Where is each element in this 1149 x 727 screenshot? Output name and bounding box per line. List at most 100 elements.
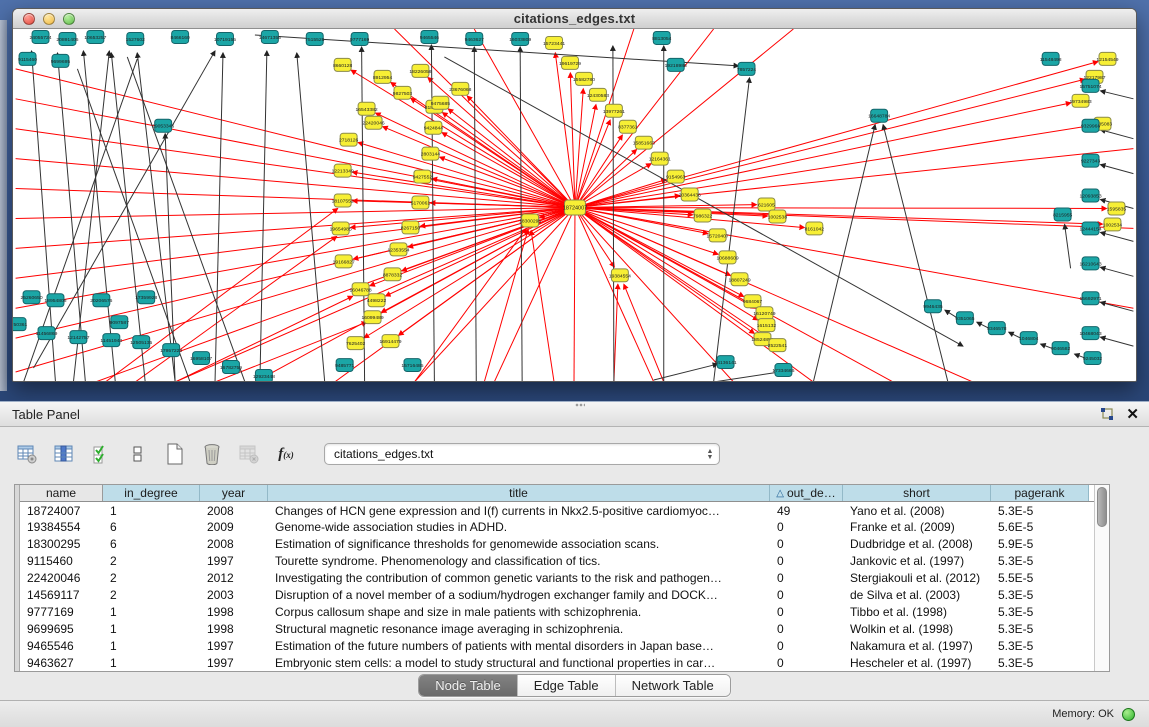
unselect-all-columns-button[interactable] [127, 443, 149, 465]
cell-name[interactable]: 9465546 [20, 637, 103, 654]
graph-edge[interactable] [362, 47, 365, 382]
graph-node-selected[interactable]: 9154963 [666, 170, 686, 183]
graph-node[interactable]: 12142757 [67, 331, 89, 344]
graph-node-selected[interactable]: 8161042 [805, 222, 825, 235]
graph-node-selected[interactable]: 8912954 [373, 70, 393, 83]
graph-node[interactable]: 1046804 [1019, 332, 1039, 345]
cell-in_degree[interactable]: 6 [103, 536, 200, 553]
cell-pagerank[interactable]: 5.9E-5 [991, 536, 1089, 553]
graph-node-selected[interactable]: 20364436 [679, 188, 701, 201]
cell-short[interactable]: Wolkin et al. (1998) [843, 620, 991, 637]
cell-title[interactable]: Corpus callosum shape and size in male p… [268, 603, 770, 620]
cell-year[interactable]: 2009 [200, 519, 268, 536]
graph-node-selected[interactable]: 15723441 [543, 36, 565, 49]
graph-node-selected[interactable]: 18300295 [519, 214, 541, 227]
cell-year[interactable]: 1997 [200, 637, 268, 654]
graph-node-selected[interactable]: 23676068 [449, 82, 471, 95]
graph-edge[interactable] [575, 207, 1106, 208]
graph-edge[interactable] [111, 53, 145, 382]
graph-node[interactable]: 9463627 [465, 32, 485, 45]
cell-out_degree[interactable]: 0 [770, 570, 843, 587]
graph-node-selected[interactable]: 18807249 [728, 273, 750, 286]
close-window-button[interactable] [23, 13, 35, 25]
table-row[interactable]: 1456911722003Disruption of a novel membe… [20, 587, 1094, 604]
cell-short[interactable]: Jankovic et al. (1997) [843, 553, 991, 570]
cell-year[interactable]: 2012 [200, 570, 268, 587]
graph-node[interactable]: 9097587 [110, 316, 130, 329]
graph-node[interactable]: 20206576 [90, 294, 112, 307]
cell-name[interactable]: 14569117 [20, 587, 103, 604]
graph-node-selected[interactable]: 9427552 [413, 170, 433, 183]
cell-in_degree[interactable]: 1 [103, 620, 200, 637]
graph-node[interactable]: 12093853 [1079, 189, 1101, 202]
graph-node[interactable]: 29053346 [152, 119, 174, 132]
cell-pagerank[interactable]: 5.3E-5 [991, 502, 1089, 519]
table-row[interactable]: 946554611997Estimation of the future num… [20, 637, 1094, 654]
graph-edge[interactable] [575, 103, 1071, 208]
graph-edge[interactable] [575, 207, 813, 382]
graph-node[interactable]: 14671355 [259, 30, 281, 43]
cell-out_degree[interactable]: 0 [770, 519, 843, 536]
table-row[interactable]: 1872400712008Changes of HCN gene express… [20, 502, 1094, 519]
cell-year[interactable]: 1998 [200, 603, 268, 620]
column-header-title[interactable]: title [268, 485, 770, 501]
cell-title[interactable]: Embryonic stem cells: a model to study s… [268, 654, 770, 671]
cell-in_degree[interactable]: 6 [103, 519, 200, 536]
cell-pagerank[interactable]: 5.3E-5 [991, 620, 1089, 637]
graph-node[interactable]: 17359928 [135, 291, 157, 304]
cell-short[interactable]: Franke et al. (2009) [843, 519, 991, 536]
graph-edge[interactable] [714, 372, 780, 382]
graph-edge[interactable] [440, 157, 575, 207]
graph-node-selected[interactable]: 15582780 [573, 72, 595, 85]
table-row[interactable]: 969969511998Structural magnetic resonanc… [20, 620, 1094, 637]
table-row[interactable]: 946362711997Embryonic stem cells: a mode… [20, 654, 1094, 671]
cell-title[interactable]: Tourette syndrome. Phenomenology and cla… [268, 553, 770, 570]
graph-node-selected[interactable]: 9424844 [424, 121, 444, 134]
graph-edge[interactable] [1101, 130, 1134, 139]
cell-name[interactable]: 9777169 [20, 603, 103, 620]
graph-node[interactable]: 11548498 [1040, 52, 1062, 65]
graph-node-selected[interactable]: 16099489 [362, 311, 384, 324]
network-view-canvas[interactable]: 8660128891295418226058982750316543382818… [13, 29, 1136, 382]
graph-node-selected[interactable]: 5170061 [411, 196, 431, 209]
graph-node-selected[interactable]: 15851663 [633, 136, 655, 149]
graph-node[interactable]: 16958107 [190, 352, 212, 365]
cell-in_degree[interactable]: 2 [103, 553, 200, 570]
graph-node-selected[interactable]: 18226058 [409, 64, 431, 77]
graph-node-selected[interactable]: 8267150 [401, 221, 421, 234]
create-column-button[interactable] [164, 443, 186, 465]
graph-edge[interactable] [127, 57, 245, 382]
graph-edge[interactable] [575, 207, 744, 296]
graph-node[interactable]: 15692971 [1079, 292, 1101, 305]
cell-out_degree[interactable]: 0 [770, 654, 843, 671]
cell-title[interactable]: Disruption of a novel member of a sodium… [268, 587, 770, 604]
table-chooser-dropdown[interactable]: citations_edges.txt ▲▼ [324, 443, 720, 465]
graph-node[interactable]: 16033809 [509, 32, 531, 45]
graph-node[interactable]: 9777169 [350, 32, 370, 45]
graph-node-selected[interactable]: 1002534 [1103, 218, 1123, 231]
cell-pagerank[interactable]: 5.6E-5 [991, 519, 1089, 536]
graph-edge[interactable] [1101, 267, 1134, 276]
graph-edge[interactable] [613, 46, 614, 382]
cell-in_degree[interactable]: 2 [103, 570, 200, 587]
cell-name[interactable]: 18300295 [20, 536, 103, 553]
graph-node[interactable]: 16648784 [868, 109, 890, 122]
column-header-in_degree[interactable]: in_degree [103, 485, 200, 501]
graph-node-selected[interactable]: 19384554 [609, 269, 631, 282]
cell-pagerank[interactable]: 5.3E-5 [991, 603, 1089, 620]
graph-node[interactable]: 14136141 [715, 356, 737, 369]
graph-edge[interactable] [575, 62, 1098, 208]
graph-node[interactable]: 8215955 [1053, 208, 1073, 221]
graph-edge[interactable] [414, 228, 526, 382]
cell-in_degree[interactable]: 1 [103, 637, 200, 654]
cell-in_degree[interactable]: 1 [103, 654, 200, 671]
graph-edge[interactable] [442, 133, 575, 208]
graph-node[interactable]: 10719155 [214, 32, 236, 45]
cell-title[interactable]: Investigating the contribution of common… [268, 570, 770, 587]
function-builder-button[interactable]: f(x) [275, 443, 297, 465]
graph-node-selected[interactable]: 16120749 [753, 307, 775, 320]
graph-node[interactable]: 10468043 [1079, 327, 1101, 340]
select-all-columns-button[interactable] [90, 443, 112, 465]
graph-node[interactable]: 9115460 [18, 52, 37, 65]
graph-node-selected[interactable]: 2718126 [339, 133, 359, 146]
